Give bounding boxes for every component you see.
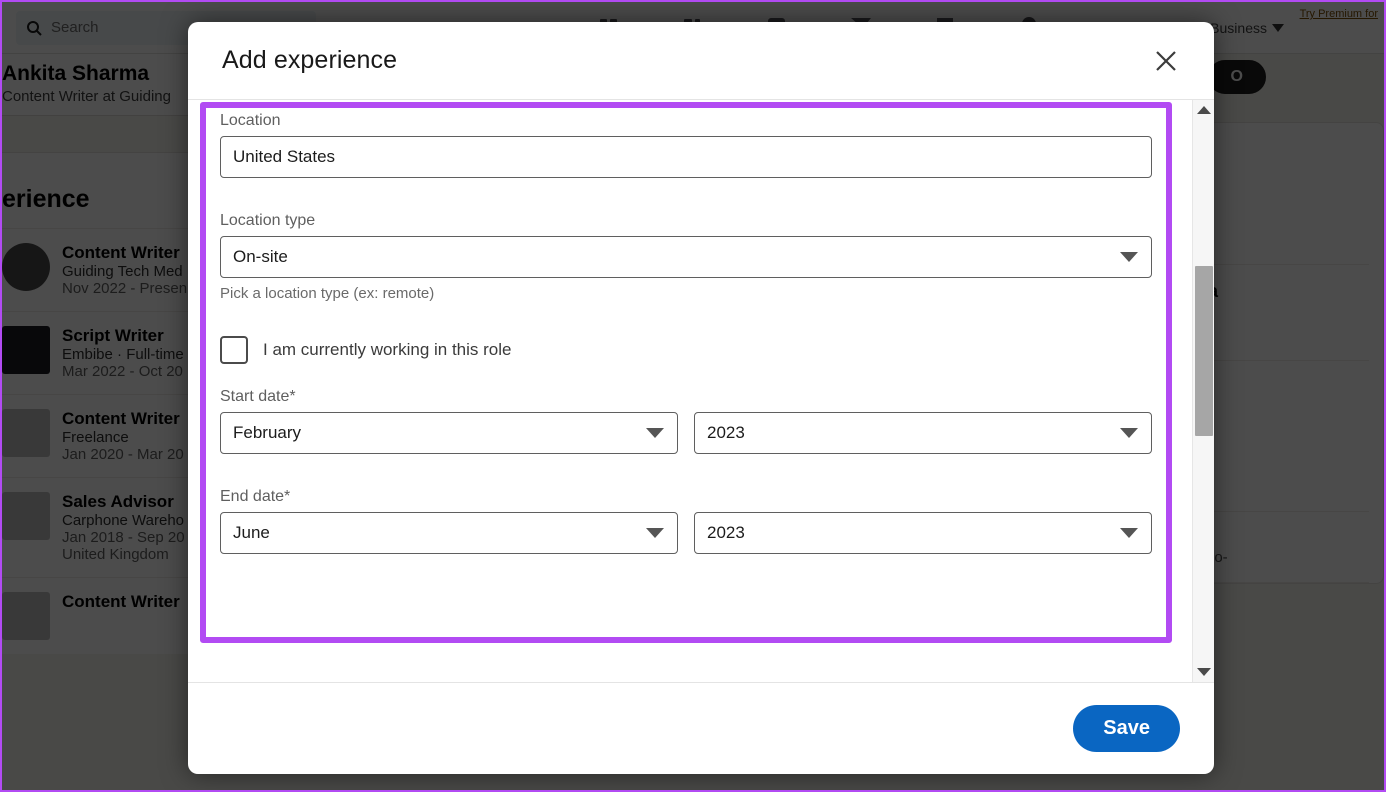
company-logo-icon — [2, 592, 50, 640]
scroll-down-button[interactable] — [1193, 662, 1214, 682]
company-logo-icon — [2, 492, 50, 540]
close-icon[interactable] — [1148, 43, 1184, 79]
currently-working-checkbox[interactable] — [220, 336, 248, 364]
start-year-value: 2023 — [707, 423, 745, 442]
location-type-value: On-site — [233, 247, 288, 266]
location-type-select[interactable]: On-site — [220, 236, 1152, 278]
end-year-select[interactable]: 2023 — [694, 512, 1152, 554]
location-value: United States — [233, 147, 336, 166]
experience-role: Content Writer — [62, 592, 180, 611]
experience-company: Carphone Wareho — [62, 512, 185, 529]
experience-dates: Jan 2020 - Mar 20 — [62, 446, 184, 463]
location-type-label: Location type — [220, 212, 316, 229]
experience-company: Freelance — [62, 429, 129, 446]
modal-title: Add experience — [222, 46, 398, 74]
start-year-select[interactable]: 2023 — [694, 412, 1152, 454]
modal-header: Add experience — [188, 22, 1214, 100]
experience-location: United Kingdom — [62, 546, 169, 563]
add-experience-modal: Add experience Location United States Lo… — [188, 22, 1214, 774]
experience-form: Location United States Location type On-… — [220, 112, 1152, 554]
experience-role: Content Writer — [62, 243, 180, 262]
location-input[interactable]: United States — [220, 136, 1152, 178]
start-date-label: Start date* — [220, 388, 296, 405]
scrollbar-thumb[interactable] — [1195, 266, 1213, 436]
company-logo-icon — [2, 326, 50, 374]
modal-footer: Save — [188, 682, 1214, 774]
experience-role: Script Writer — [62, 326, 164, 345]
end-month-select[interactable]: June — [220, 512, 678, 554]
premium-link[interactable]: Try Premium for — [1300, 8, 1378, 20]
experience-company: Embibe · Full-time — [62, 346, 184, 363]
chevron-down-icon — [1120, 428, 1138, 438]
triangle-up-icon — [1197, 106, 1211, 114]
experience-role: Sales Advisor — [62, 492, 174, 511]
location-type-hint: Pick a location type (ex: remote) — [220, 285, 435, 302]
triangle-down-icon — [1197, 668, 1211, 676]
search-icon — [26, 20, 42, 36]
start-date-row: February 2023 — [220, 412, 1152, 454]
start-month-select[interactable]: February — [220, 412, 678, 454]
chevron-down-icon — [646, 528, 664, 538]
search-placeholder: Search — [51, 19, 99, 36]
open-to-button[interactable]: O — [1207, 60, 1266, 94]
chevron-down-icon — [1120, 528, 1138, 538]
screen: Search For Business Try Premium for Anki… — [0, 0, 1386, 792]
end-year-value: 2023 — [707, 523, 745, 542]
currently-working-label: I am currently working in this role — [263, 340, 512, 359]
experience-company: Guiding Tech Med — [62, 263, 183, 280]
currently-working-row[interactable]: I am currently working in this role — [220, 336, 1152, 364]
company-logo-icon — [2, 243, 50, 291]
end-date-label: End date* — [220, 488, 291, 505]
start-month-value: February — [233, 423, 302, 442]
experience-dates: Mar 2022 - Oct 20 — [62, 363, 183, 380]
modal-body: Location United States Location type On-… — [188, 100, 1214, 682]
location-label: Location — [220, 112, 281, 129]
experience-role: Content Writer — [62, 409, 180, 428]
modal-scrollbar[interactable] — [1192, 100, 1214, 682]
save-button[interactable]: Save — [1073, 705, 1180, 752]
company-logo-icon — [2, 409, 50, 457]
chevron-down-icon — [646, 428, 664, 438]
experience-dates: Nov 2022 - Presen — [62, 280, 188, 297]
end-date-row: June 2023 — [220, 512, 1152, 554]
chevron-down-icon — [1120, 252, 1138, 262]
end-month-value: June — [233, 523, 270, 542]
chevron-down-icon — [1272, 24, 1284, 32]
scroll-up-button[interactable] — [1193, 100, 1214, 120]
experience-dates: Jan 2018 - Sep 20 — [62, 529, 185, 546]
